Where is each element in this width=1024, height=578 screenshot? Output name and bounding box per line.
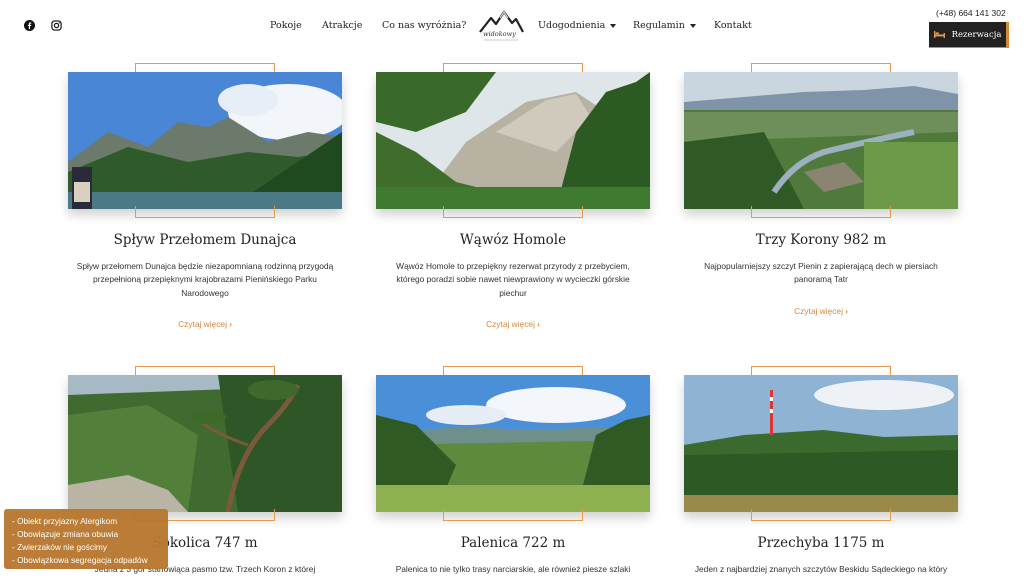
nav-udogodnienia-label: Udogodnienia xyxy=(538,20,606,31)
reservation-label: Rezerwacja xyxy=(951,29,1002,40)
nav-regulamin[interactable]: Regulamin xyxy=(633,20,696,31)
chevron-right-icon: › xyxy=(229,320,232,329)
bed-icon xyxy=(933,31,945,38)
card-description: Najpopularniejszy szczyt Pienin z zapier… xyxy=(684,260,958,287)
card-photo-sokolica[interactable] xyxy=(68,375,342,512)
chevron-down-icon xyxy=(689,23,696,28)
card-description-line: Najpopularniejszy szczyt Pienin z zapier… xyxy=(704,261,938,271)
read-more-link[interactable]: Czytaj więcej › xyxy=(684,306,958,316)
card-title[interactable]: Spływ Przełomem Dunajca xyxy=(68,232,342,248)
read-more-link[interactable]: Czytaj więcej › xyxy=(68,319,342,329)
card-description: Palenica to nie tylko trasy narciarskie,… xyxy=(376,563,650,576)
card-title[interactable]: Trzy Korony 982 m xyxy=(684,232,958,248)
card-frame-decoration xyxy=(135,206,275,218)
card-description-line: Narodowego xyxy=(181,287,229,298)
card-description: Wąwóz Homole to przepiękny rezerwat przy… xyxy=(376,260,650,300)
card-description-line: Jeden z najbardziej znanych szczytów Bes… xyxy=(694,564,948,574)
card-photo-trzy-korony[interactable] xyxy=(684,72,958,209)
rule-item: - Obowiązuje zmiana obuwia xyxy=(12,529,119,539)
nav-udogodnienia[interactable]: Udogodnienia xyxy=(538,20,617,31)
card-description-line: Spływ przełomem Dunajca będzie niezapomn… xyxy=(76,261,334,271)
card-title[interactable]: Przechyba 1175 m xyxy=(684,535,958,551)
chevron-down-icon xyxy=(610,23,617,28)
card-description-line: panoramą Tatr xyxy=(794,274,848,285)
nav-kontakt[interactable]: Kontakt xyxy=(714,20,752,31)
site-header: Pokoje Atrakcje Co nas wyróżnia? Udogodn… xyxy=(0,0,1024,55)
card-frame-decoration xyxy=(443,206,583,218)
house-rules-box: - Obiekt przyjazny Alergikom - Obowiązuj… xyxy=(4,509,168,569)
card-photo-dunajec[interactable] xyxy=(68,72,342,209)
rule-item: - Obowiązkowa segregacja odpadów xyxy=(12,555,148,565)
logo-text: widokowy xyxy=(483,30,516,38)
card-title[interactable]: Wąwóz Homole xyxy=(376,232,650,248)
card-frame-decoration xyxy=(443,509,583,521)
card-description-line: przepełnioną przepięknymi krajobrazami P… xyxy=(93,274,317,285)
chevron-right-icon: › xyxy=(845,307,848,316)
card-description: Spływ przełomem Dunajca będzie niezapomn… xyxy=(68,260,342,300)
card-description: Jeden z najbardziej znanych szczytów Bes… xyxy=(684,563,958,576)
rule-item: - Zwierzaków nie gościmy xyxy=(12,542,107,552)
nav-wyroznia[interactable]: Co nas wyróżnia? xyxy=(382,20,466,31)
card-description-line: piechur xyxy=(499,287,527,298)
card-description-line: Palenica to nie tylko trasy narciarskie,… xyxy=(395,564,631,574)
card-frame-decoration xyxy=(751,206,891,218)
card-title[interactable]: Palenica 722 m xyxy=(376,535,650,551)
nav-atrakcje[interactable]: Atrakcje xyxy=(322,20,362,31)
nav-pokoje[interactable]: Pokoje xyxy=(270,20,302,31)
read-more-label: Czytaj więcej xyxy=(486,319,535,329)
reservation-button[interactable]: Rezerwacja xyxy=(929,22,1009,48)
read-more-link[interactable]: Czytaj więcej › xyxy=(376,319,650,329)
read-more-label: Czytaj więcej xyxy=(178,319,227,329)
nav-regulamin-label: Regulamin xyxy=(633,20,685,31)
card-frame-decoration xyxy=(751,509,891,521)
card-photo-palenica[interactable] xyxy=(376,375,650,512)
card-description-line: Wąwóz Homole to przepiękny rezerwat przy… xyxy=(396,261,630,271)
phone-number[interactable]: (+48) 664 141 302 xyxy=(936,8,1006,18)
chevron-right-icon: › xyxy=(537,320,540,329)
card-photo-homole[interactable] xyxy=(376,72,650,209)
read-more-label: Czytaj więcej xyxy=(794,306,843,316)
logo-mountains-icon[interactable] xyxy=(478,6,524,44)
rule-item: - Obiekt przyjazny Alergikom xyxy=(12,516,118,526)
card-photo-przechyba[interactable] xyxy=(684,375,958,512)
card-description-line: którego poradzi sobie nawet niewprawiony… xyxy=(396,274,630,285)
